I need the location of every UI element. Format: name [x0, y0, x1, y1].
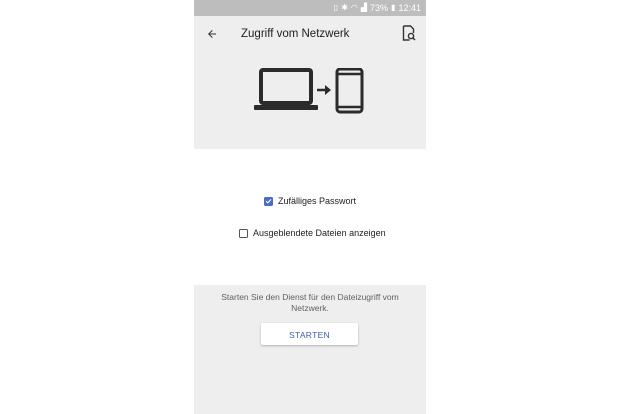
phone-icon — [335, 68, 364, 114]
file-search-button[interactable] — [402, 25, 418, 43]
signal-icon: ▟ — [360, 3, 368, 12]
clock: 12:41 — [398, 3, 421, 13]
arrow-back-icon — [208, 30, 216, 38]
arrow-right-icon — [317, 85, 331, 95]
sim-icon: ▯ — [333, 3, 339, 12]
show-hidden-files-checkbox[interactable] — [239, 228, 248, 238]
random-password-option[interactable]: Zufälliges Passwort — [264, 196, 356, 206]
header: Zugriff vom Netzwerk — [194, 16, 426, 149]
file-search-icon — [402, 25, 416, 41]
random-password-label: Zufälliges Passwort — [278, 196, 357, 206]
laptop-icon — [254, 68, 318, 110]
wifi-icon: ◠ — [350, 3, 358, 12]
app-screen: ▯ ✱ ◠ ▟ 73% ▮ 12:41 Zugriff vom Netzwerk — [194, 0, 426, 414]
network-illustration — [254, 68, 364, 114]
battery-icon: ▮ — [391, 3, 396, 12]
page-title: Zugriff vom Netzwerk — [241, 28, 350, 40]
service-description: Starten Sie den Dienst für den Dateizugr… — [221, 292, 399, 313]
check-icon — [265, 198, 272, 204]
bluetooth-icon: ✱ — [341, 3, 348, 12]
battery-level: 73% — [370, 3, 389, 13]
show-hidden-files-option[interactable]: Ausgeblendete Dateien anzeigen — [239, 228, 386, 238]
show-hidden-files-label: Ausgeblendete Dateien anzeigen — [253, 228, 386, 238]
bottom-panel: Starten Sie den Dienst für den Dateizugr… — [194, 285, 426, 414]
back-button[interactable] — [203, 25, 221, 43]
status-bar: ▯ ✱ ◠ ▟ 73% ▮ 12:41 — [194, 0, 426, 16]
start-button[interactable]: STARTEN — [261, 323, 358, 345]
random-password-checkbox[interactable] — [264, 196, 273, 206]
